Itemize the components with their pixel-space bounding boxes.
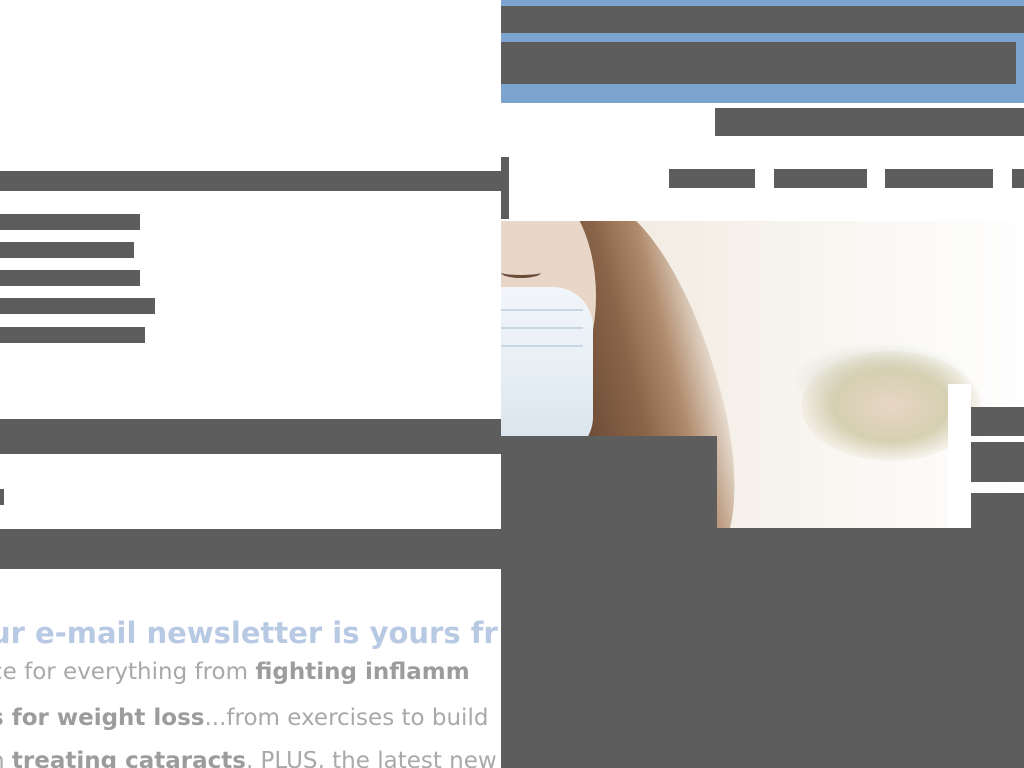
sidebar-link-3[interactable]: [0, 270, 140, 286]
mask-pleat: [501, 309, 583, 311]
sidebar-link-1[interactable]: [0, 214, 140, 230]
newsletter-line-3: n treating cataracts. PLUS, the latest n…: [0, 741, 501, 768]
nav-item-3[interactable]: [885, 169, 993, 188]
newsletter-line-2: s for weight loss...from exercises to bu…: [0, 698, 501, 738]
header-top-strip: [501, 6, 1024, 33]
hero-overlay-block: [501, 436, 717, 528]
side-tab-gap: [948, 384, 971, 528]
newsletter-line-1: ce for everything from fighting inflamm: [0, 652, 501, 692]
newsletter-line-2-bold: s for weight loss: [0, 705, 205, 731]
newsletter-line-2-text: ...from exercises to build: [204, 705, 489, 731]
side-tab-2[interactable]: [971, 442, 1024, 482]
sidebar-link-2[interactable]: [0, 242, 134, 258]
newsletter-headline: ur e-mail newsletter is yours fr: [0, 616, 498, 650]
side-tab-1[interactable]: [971, 407, 1024, 436]
page: ur e-mail newsletter is yours fr ce for …: [0, 0, 1024, 768]
section-heading: [0, 171, 501, 191]
nav-divider: [501, 157, 509, 219]
nav-item-2[interactable]: [774, 169, 867, 188]
hero-closed-eye: [501, 267, 541, 278]
nav-item-4[interactable]: [1012, 169, 1024, 188]
site-logo-placeholder[interactable]: [501, 42, 1016, 84]
mask-pleat: [501, 327, 583, 329]
header-search-box[interactable]: [715, 108, 1024, 136]
sidebar-link-4[interactable]: [0, 298, 155, 314]
newsletter-line-3-text: . PLUS, the latest new: [245, 748, 497, 768]
newsletter-line-1-bold: fighting inflamm: [255, 659, 470, 685]
lower-content-block: [501, 528, 1024, 768]
face-mask: [501, 287, 593, 457]
nav-item-1[interactable]: [669, 169, 755, 188]
newsletter-line-1-text: ce for everything from: [0, 659, 256, 685]
newsletter-line-3-pre: n: [0, 748, 12, 768]
newsletter-line-3-bold: treating cataracts: [11, 748, 246, 768]
mask-pleat: [501, 345, 583, 347]
content-marker: [0, 489, 4, 505]
side-tab-3[interactable]: [971, 493, 1024, 528]
signup-form-bar[interactable]: [0, 529, 501, 569]
sidebar-link-5[interactable]: [0, 327, 145, 343]
content-banner: [0, 419, 501, 454]
